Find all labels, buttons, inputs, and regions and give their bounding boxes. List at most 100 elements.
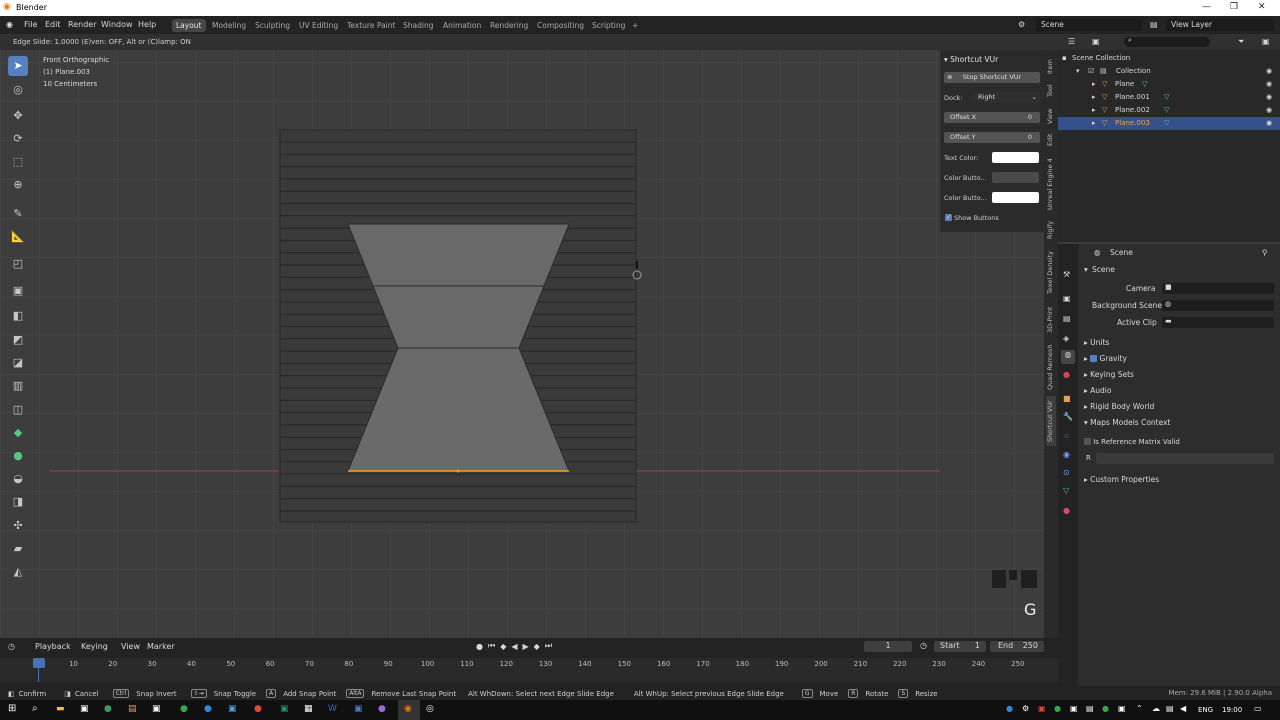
eye-icon[interactable]: ◉ (1266, 65, 1272, 78)
inset-tool-icon[interactable]: ◧ (8, 306, 28, 326)
eye-icon[interactable]: ◉ (1266, 78, 1272, 91)
gravity-checkbox[interactable] (1090, 355, 1098, 362)
outliner-item-plane[interactable]: ▸ ▽ Plane ▽ ◉ (1058, 78, 1280, 91)
modifier-tab-icon[interactable]: 🔧 (1063, 412, 1073, 421)
tray-icon-5[interactable]: ▤ (1086, 704, 1094, 713)
audio-panel[interactable]: ▸ Audio (1084, 386, 1111, 395)
tab-unreal-engine[interactable]: Unreal Engine 4 (1046, 154, 1056, 214)
tab-rendering[interactable]: Rendering (486, 19, 532, 32)
jump-start-icon[interactable]: ⏮ (488, 641, 495, 651)
tool-tab-icon[interactable]: ⚒ (1063, 270, 1070, 279)
record-icon[interactable]: ● (476, 642, 483, 651)
close-icon[interactable]: ✕ (1258, 2, 1266, 12)
tab-modeling[interactable]: Modeling (208, 19, 250, 32)
outliner-item-plane-001[interactable]: ▸ ▽ Plane.001 ▽ ◉ (1058, 91, 1280, 104)
menu-window[interactable]: Window (101, 20, 133, 29)
eye-icon[interactable]: ◉ (1266, 117, 1272, 130)
app-icon-3[interactable]: ▣ (152, 704, 161, 714)
language-indicator[interactable]: ENG (1198, 706, 1213, 714)
editor-type-icon[interactable]: ☰ (1068, 37, 1075, 46)
clock[interactable]: 19:00 (1222, 706, 1242, 714)
maps-models-context-panel[interactable]: ▾ Maps Models Context (1084, 418, 1170, 427)
blender-menu-icon[interactable]: ◉ (6, 20, 13, 29)
app-icon-9[interactable]: ◎ (426, 704, 434, 714)
play-reverse-icon[interactable]: ◀ (511, 642, 517, 651)
text-color-swatch[interactable] (992, 152, 1039, 163)
add-cube-tool-icon[interactable]: ◰ (8, 254, 28, 274)
next-keyframe-icon[interactable]: ◆ (534, 642, 540, 651)
menu-help[interactable]: Help (138, 20, 156, 29)
loop-cut-tool-icon[interactable]: ▥ (8, 376, 28, 396)
app-icon-8[interactable]: ▣ (354, 704, 363, 714)
tab-compositing[interactable]: Compositing (533, 19, 588, 32)
gravity-panel[interactable]: ▸ Gravity (1084, 354, 1127, 363)
tab-3d-print[interactable]: 3D-Print (1046, 304, 1056, 336)
tab-layout[interactable]: Layout (172, 19, 206, 32)
tab-shortcut-vur[interactable]: Shortcut VUr (1046, 396, 1056, 446)
tab-animation[interactable]: Animation (439, 19, 485, 32)
spin-tool-icon[interactable]: ● (8, 446, 28, 466)
chevron-up-icon[interactable]: ⌃ (1136, 704, 1143, 713)
eye-icon[interactable]: ◉ (1266, 91, 1272, 104)
notifications-icon[interactable]: ▭ (1254, 704, 1262, 713)
pin-icon[interactable]: ⚲ (1262, 248, 1268, 257)
custom-properties-panel[interactable]: ▸ Custom Properties (1084, 475, 1159, 484)
tab-rigify[interactable]: Rigify (1046, 218, 1056, 242)
playhead[interactable] (33, 658, 45, 668)
knife-tool-icon[interactable]: ◫ (8, 400, 28, 420)
annotate-tool-icon[interactable]: ✎ (8, 204, 28, 224)
shear-tool-icon[interactable]: ▰ (8, 539, 28, 559)
tab-uv-editing[interactable]: UV Editing (295, 19, 342, 32)
mesh-canvas[interactable] (0, 50, 1046, 638)
blender-task-icon[interactable]: ◉ (398, 700, 420, 720)
view-layer-tab-icon[interactable]: ◈ (1063, 334, 1069, 343)
background-scene-field[interactable]: ◍ (1162, 300, 1274, 311)
timeline-editor-icon[interactable]: ◷ (8, 642, 15, 651)
scene-tab-icon[interactable]: ◍ (1061, 350, 1075, 364)
keying-sets-panel[interactable]: ▸ Keying Sets (1084, 370, 1134, 379)
extrude-tool-icon[interactable]: ▣ (8, 281, 28, 301)
scale-tool-icon[interactable]: ⬚ (8, 152, 28, 172)
tab-quad-remesh[interactable]: Quad Remesh (1046, 342, 1056, 392)
obs-icon[interactable]: ● (378, 704, 386, 714)
windows-start-icon[interactable]: ⊞ (8, 703, 16, 714)
expand-icon[interactable]: ▸ (1092, 104, 1096, 117)
outliner-collection[interactable]: ▾ ☑ ▤ Collection ◉ (1058, 65, 1280, 78)
tab-tool[interactable]: Tool (1046, 82, 1056, 100)
select-tool-icon[interactable]: ➤ (8, 56, 28, 76)
expand-icon[interactable]: ▸ (1092, 117, 1096, 130)
stop-shortcut-button[interactable]: ⊗ Stop Shortcut VUr (944, 72, 1040, 83)
units-panel[interactable]: ▸ Units (1084, 338, 1109, 347)
outliner-item-plane-003[interactable]: ▸ ▽ Plane.003 ▽ ◉ (1058, 117, 1280, 130)
tab-item[interactable]: Item (1046, 56, 1056, 78)
keying-menu[interactable]: Keying (81, 642, 108, 651)
app-icon-7[interactable]: ▦ (304, 704, 313, 714)
bevel2-tool-icon[interactable]: ◪ (8, 353, 28, 373)
outliner-scene-collection[interactable]: ▪ Scene Collection (1058, 52, 1280, 65)
3d-viewport[interactable]: Front Orthographic (1) Plane.003 10 Cent… (0, 50, 1046, 638)
move-tool-icon[interactable]: ✥ (8, 106, 28, 126)
outliner-item-plane-002[interactable]: ▸ ▽ Plane.002 ▽ ◉ (1058, 104, 1280, 117)
view-layer-icon[interactable]: ▤ (1150, 20, 1158, 29)
view-layer-selector[interactable]: View Layer (1166, 19, 1274, 31)
color-button-1-swatch[interactable] (992, 172, 1039, 183)
end-frame-field[interactable]: End 250 (990, 641, 1044, 652)
maximize-icon[interactable]: ❐ (1230, 2, 1238, 12)
menu-edit[interactable]: Edit (45, 20, 61, 29)
dock-dropdown[interactable]: Right ⌄ (972, 92, 1040, 103)
skype-icon[interactable]: ● (204, 704, 212, 714)
particles-tab-icon[interactable]: ⁘ (1063, 432, 1070, 441)
tray-icon-7[interactable]: ▣ (1118, 704, 1126, 713)
tray-skype-icon[interactable]: ● (1006, 704, 1013, 713)
scene-selector[interactable]: Scene (1036, 19, 1142, 31)
tray-icon-4[interactable]: ▣ (1070, 704, 1078, 713)
world-tab-icon[interactable]: ● (1063, 370, 1070, 379)
smooth-tool-icon[interactable]: ◒ (8, 469, 28, 489)
app-icon-4[interactable]: ● (180, 704, 188, 714)
app-icon-6[interactable]: ▣ (280, 704, 289, 714)
tray-icon-6[interactable]: ● (1102, 704, 1109, 713)
store-icon[interactable]: ▣ (80, 704, 89, 714)
constraints-tab-icon[interactable]: ⊙ (1063, 468, 1070, 477)
expand-icon[interactable]: ▸ (1092, 78, 1096, 91)
volume-icon[interactable]: ◀ (1180, 704, 1186, 713)
